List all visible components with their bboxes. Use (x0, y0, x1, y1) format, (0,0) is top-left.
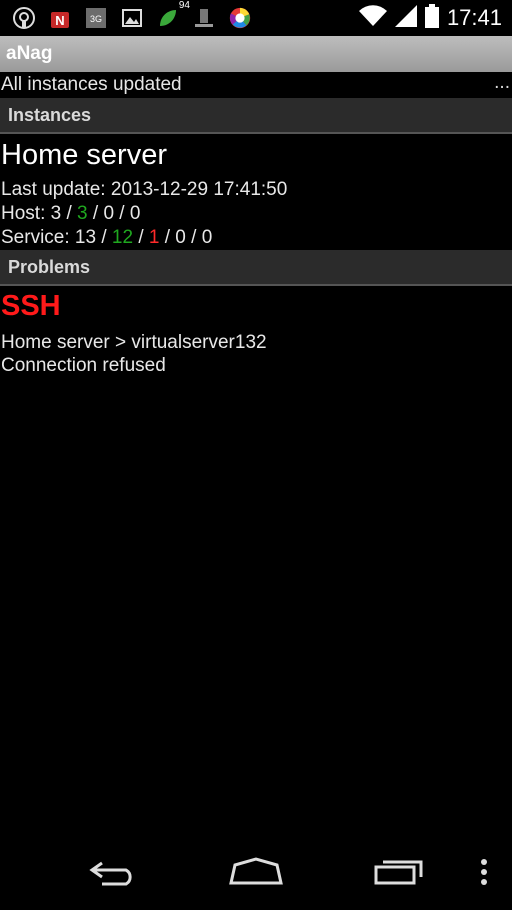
notification-count: 94 (178, 0, 190, 11)
host-total: 3 (50, 203, 62, 224)
instance-name: Home server (1, 139, 167, 171)
home-icon (228, 856, 284, 892)
service-ok-count: 12 (111, 227, 134, 248)
update-status-line: All instances updated ... (0, 72, 512, 98)
service-total: 13 (74, 227, 97, 248)
overflow-menu-icon (480, 858, 488, 891)
device-icon (192, 6, 216, 30)
back-button[interactable] (78, 852, 148, 896)
leaf-icon: 94 (156, 0, 190, 30)
android-n-icon: N (48, 6, 72, 30)
wifi-icon (358, 4, 387, 32)
svg-text:N: N (55, 13, 64, 28)
problem-service-name: SSH (1, 290, 61, 322)
svg-text:3G: 3G (90, 14, 102, 24)
back-icon (88, 857, 138, 892)
recents-icon (373, 857, 425, 892)
instances-header-label: Instances (8, 104, 92, 125)
problem-message: Connection refused (1, 355, 166, 376)
home-button[interactable] (221, 852, 291, 896)
podcast-icon (12, 6, 36, 30)
instance-service-stats: Service: 13 / 12 / 1 / 0 / 0 (1, 227, 213, 248)
3g-icon: 3G (84, 6, 108, 30)
signal-icon (394, 4, 417, 32)
problem-path: Home server > virtualserver132 (1, 332, 267, 353)
service-other-counts: / 0 / 0 (159, 227, 213, 248)
app-title: aNag (6, 43, 53, 64)
problems-header: Problems (0, 250, 512, 286)
status-more-button[interactable]: ... (494, 72, 510, 94)
recents-button[interactable] (364, 852, 434, 896)
problems-header-label: Problems (8, 256, 91, 277)
instance-host-stats: Host: 3 / 3 / 0 / 0 (1, 203, 141, 224)
navigation-bar (0, 844, 512, 910)
service-critical-count: 1 (148, 227, 160, 248)
host-other-counts: / 0 / 0 (87, 203, 141, 224)
battery-icon (424, 3, 439, 33)
last-update-label: Last update: (1, 179, 111, 200)
host-label: Host: (1, 203, 51, 224)
status-bar: N 3G 94 17:41 (0, 0, 512, 36)
app-title-bar: aNag (0, 36, 512, 72)
picture-icon (120, 6, 144, 30)
clock: 17:41 (446, 5, 502, 30)
instances-header: Instances (0, 98, 512, 134)
instance-last-update: Last update: 2013-12-29 17:41:50 (1, 179, 287, 201)
update-status-text: All instances updated (1, 74, 182, 95)
host-ok-count: 3 (77, 203, 88, 224)
overflow-menu-button[interactable] (466, 852, 502, 896)
color-wheel-icon (228, 6, 252, 30)
last-update-value: 2013-12-29 17:41:50 (110, 179, 288, 200)
service-label: Service: (1, 227, 75, 248)
